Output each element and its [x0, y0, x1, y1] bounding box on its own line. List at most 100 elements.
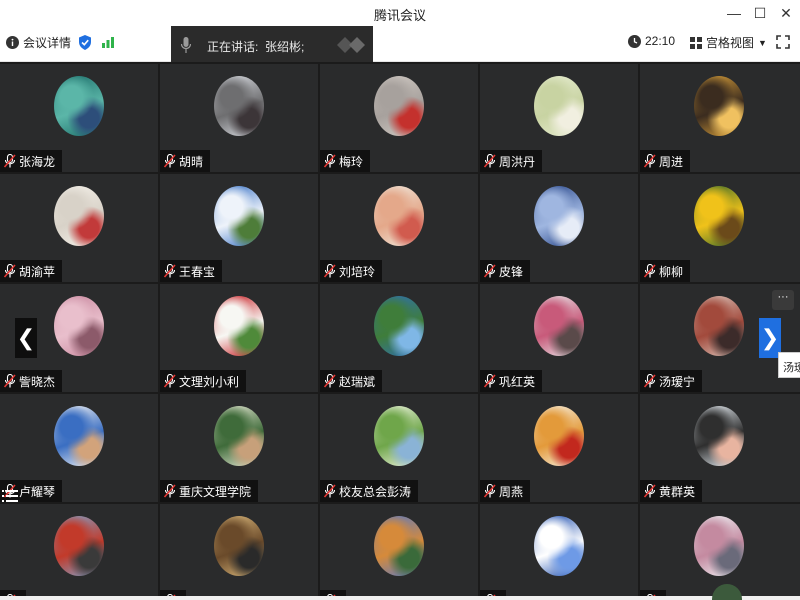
participant-name: 王春宝 — [179, 264, 216, 279]
participant-tile[interactable] — [480, 504, 638, 600]
mic-muted-icon — [484, 484, 496, 498]
previous-page-button[interactable]: ❮ — [15, 318, 37, 358]
participant-tile[interactable]: 张海龙 — [0, 64, 158, 172]
bottom-edge — [0, 596, 800, 600]
participant-name-tag: 文理刘小利 — [160, 370, 247, 392]
clock-icon — [628, 34, 641, 48]
security-shield-icon[interactable] — [78, 35, 92, 50]
window-title: 腾讯会议 — [373, 8, 426, 23]
more-options-icon[interactable]: ··· — [772, 290, 794, 310]
participant-tile[interactable]: 周进 — [640, 64, 800, 172]
participant-name-tag: 訾晓杰 — [0, 370, 63, 392]
participant-name: 周燕 — [499, 484, 524, 499]
participant-name: 刘培玲 — [339, 264, 376, 279]
participant-avatar — [374, 296, 424, 356]
participant-name: 张海龙 — [19, 154, 56, 169]
participant-grid: 张海龙 胡晴 梅玲 周洪丹 周进胡渝苹 王春宝 刘培玲 皮锋 柳柳訾晓杰 文理刘小利 赵瑞斌 巩红英 汤… — [0, 62, 800, 600]
participant-avatar — [214, 516, 264, 576]
chevron-down-icon: ▼ — [758, 37, 767, 48]
meeting-toolbar: 会议详情 22:10 宫格视图 ▼ — [0, 26, 800, 62]
mic-muted-icon — [644, 484, 656, 498]
participant-name: 赵瑞斌 — [339, 374, 376, 389]
meeting-timer: 22:10 — [628, 34, 675, 48]
participant-tile[interactable]: 周洪丹 — [480, 64, 638, 172]
view-mode-label: 宫格视图 — [706, 36, 755, 50]
signal-strength-icon[interactable] — [101, 36, 115, 48]
mic-muted-icon — [324, 374, 336, 388]
participant-name: 周洪丹 — [499, 154, 536, 169]
participant-name: 重庆文理学院 — [179, 484, 252, 499]
participant-avatar — [534, 76, 584, 136]
fullscreen-button[interactable] — [776, 35, 790, 49]
participant-name-tag: 重庆文理学院 — [160, 480, 259, 502]
fullscreen-icon — [776, 35, 790, 49]
participant-name-tag: 刘培玲 — [320, 260, 383, 282]
speaking-label: 正在讲话: — [207, 40, 259, 54]
participant-avatar — [54, 406, 104, 466]
participant-avatar — [694, 296, 744, 356]
participant-name-tag: 王春宝 — [160, 260, 223, 282]
participant-tile[interactable]: 胡渝苹 — [0, 174, 158, 282]
participant-avatar — [374, 186, 424, 246]
participant-tile[interactable]: 周燕 — [480, 394, 638, 502]
participant-tile[interactable] — [320, 504, 478, 600]
participant-name: 巩红英 — [499, 374, 536, 389]
mic-muted-icon — [164, 264, 176, 278]
participant-tile[interactable]: 柳柳 — [640, 174, 800, 282]
participant-name: 胡渝苹 — [19, 264, 56, 279]
active-speaker-indicator: 正在讲话: 张绍彬; — [171, 26, 373, 64]
mic-muted-icon — [324, 484, 336, 498]
participant-tile[interactable]: 王春宝 — [160, 174, 318, 282]
participant-avatar — [534, 516, 584, 576]
participant-name-tag: 梅玲 — [320, 150, 371, 172]
participant-tile[interactable]: 卢耀琴 — [0, 394, 158, 502]
minimize-button[interactable]: — — [720, 3, 748, 23]
participant-avatar — [214, 406, 264, 466]
participant-tile[interactable]: 文理刘小利 — [160, 284, 318, 392]
participant-avatar — [534, 186, 584, 246]
participant-tile[interactable] — [0, 504, 158, 600]
mic-muted-icon — [4, 154, 16, 168]
close-button[interactable]: ✕ — [772, 3, 800, 23]
microphone-icon — [181, 37, 191, 53]
maximize-button[interactable]: ☐ — [746, 3, 774, 23]
participant-name: 汤瑷宁 — [659, 374, 696, 389]
participant-name-tag: 赵瑞斌 — [320, 370, 383, 392]
participant-avatar — [694, 406, 744, 466]
participant-list-icon[interactable] — [2, 489, 24, 511]
view-mode-dropdown[interactable]: 宫格视图 ▼ — [690, 34, 767, 51]
participant-tile[interactable]: 胡晴 — [160, 64, 318, 172]
participant-avatar — [374, 406, 424, 466]
participant-tile[interactable]: 皮锋 — [480, 174, 638, 282]
mic-muted-icon — [484, 154, 496, 168]
participant-tile[interactable]: 重庆文理学院 — [160, 394, 318, 502]
participant-name: 梅玲 — [339, 154, 364, 169]
participant-tile[interactable]: 刘培玲 — [320, 174, 478, 282]
mic-muted-icon — [644, 264, 656, 278]
participant-name-tag: 柳柳 — [640, 260, 691, 282]
participant-avatar — [54, 76, 104, 136]
participant-avatar — [214, 296, 264, 356]
participant-name: 皮锋 — [499, 264, 524, 279]
mic-muted-icon — [4, 374, 16, 388]
participant-tile[interactable] — [160, 504, 318, 600]
meeting-info-button[interactable]: 会议详情 — [6, 34, 71, 51]
participant-tile[interactable]: 巩红英 — [480, 284, 638, 392]
participant-tile[interactable]: 黄群英 — [640, 394, 800, 502]
mic-muted-icon — [324, 154, 336, 168]
participant-tile[interactable]: 梅玲 — [320, 64, 478, 172]
participant-avatar — [534, 406, 584, 466]
participant-tile[interactable]: 校友总会彭涛 — [320, 394, 478, 502]
participant-name: 周进 — [659, 154, 684, 169]
speaking-name: 张绍彬; — [265, 40, 305, 54]
participant-avatar — [54, 296, 104, 356]
participant-tile[interactable]: 赵瑞斌 — [320, 284, 478, 392]
participant-name: 卢耀琴 — [19, 484, 56, 499]
tencent-meeting-logo-icon — [337, 37, 365, 53]
mic-muted-icon — [644, 154, 656, 168]
participant-avatar — [214, 186, 264, 246]
mic-muted-icon — [484, 264, 496, 278]
mic-muted-icon — [4, 264, 16, 278]
participant-name: 文理刘小利 — [179, 374, 240, 389]
participant-avatar — [214, 76, 264, 136]
